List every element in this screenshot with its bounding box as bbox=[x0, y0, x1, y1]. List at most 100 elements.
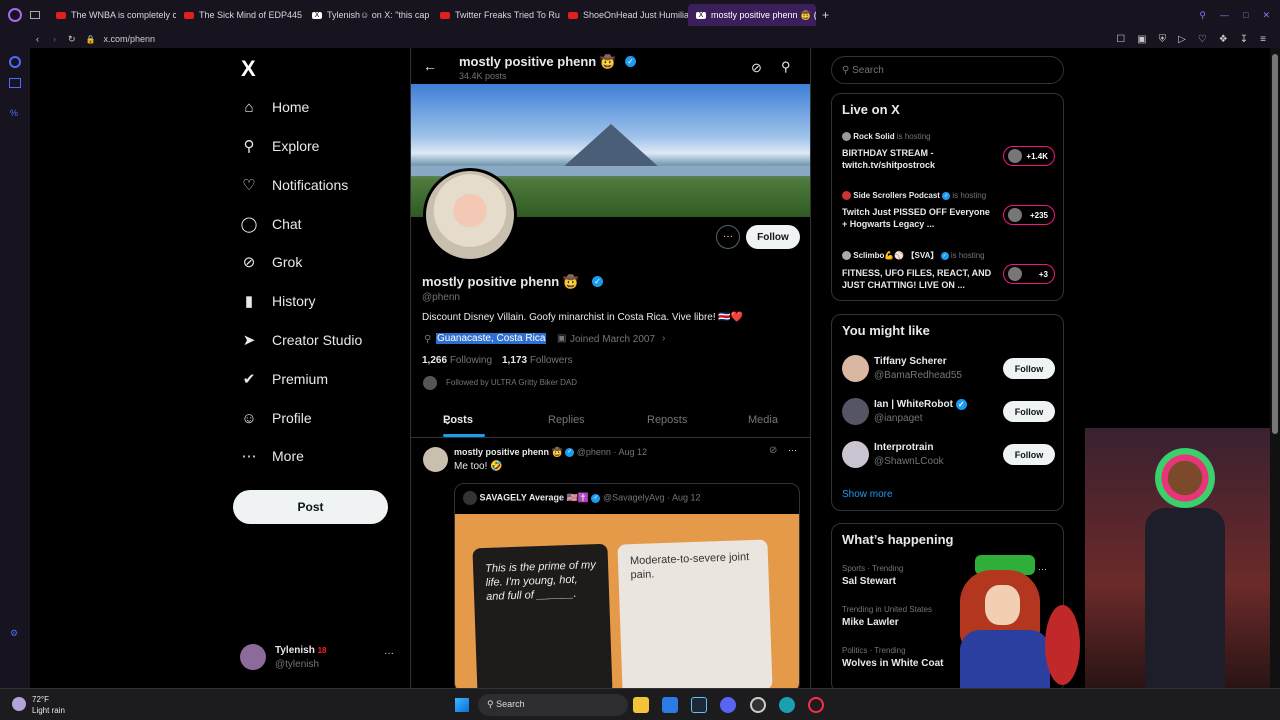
account-menu-icon[interactable]: ··· bbox=[384, 648, 394, 659]
post-button[interactable]: Post bbox=[233, 490, 388, 524]
suggest-item[interactable]: Tiffany Scherer @BamaRedhead55 Follow bbox=[842, 355, 1055, 385]
search-input[interactable]: ⚲ Search bbox=[831, 56, 1064, 84]
windows-taskbar: 72°F Light rain ⚲ Search bbox=[0, 688, 1280, 720]
account-switcher[interactable]: Tylenish 18 @tylenish ··· bbox=[240, 644, 400, 674]
player-icon[interactable]: ▷ bbox=[1178, 34, 1186, 45]
maximize-icon[interactable]: □ bbox=[1243, 10, 1248, 21]
snapshot-icon[interactable]: ▣ bbox=[1137, 34, 1146, 45]
profile-header-name: mostly positive phenn 🤠 bbox=[459, 54, 617, 69]
page-scrollbar[interactable] bbox=[1270, 48, 1280, 688]
follow-button[interactable]: Follow bbox=[746, 225, 800, 249]
nav-grok[interactable]: ⊘ Grok bbox=[240, 253, 303, 271]
search-tabs-icon[interactable]: ⚲ bbox=[1199, 10, 1206, 21]
age-badge: 18 bbox=[317, 646, 327, 655]
vtuber-tail bbox=[1045, 605, 1080, 685]
reload-icon[interactable]: ↻ bbox=[68, 34, 76, 45]
back-icon[interactable]: ‹ bbox=[36, 34, 39, 44]
quote-image[interactable]: This is the prime of my life. I'm young,… bbox=[455, 514, 799, 688]
grok-icon[interactable]: ⊘ bbox=[751, 60, 762, 76]
listener-count: +1.4K bbox=[1003, 146, 1055, 166]
nav-history[interactable]: ▮ History bbox=[240, 292, 316, 310]
followers-link[interactable]: 1,173 Followers bbox=[502, 355, 573, 366]
file-explorer-icon[interactable] bbox=[633, 697, 649, 713]
more-options-button[interactable]: ··· bbox=[716, 225, 740, 249]
browser-tab[interactable]: Twitter Freaks Tried To Ru bbox=[432, 4, 560, 26]
edge-icon[interactable] bbox=[779, 697, 795, 713]
verified-badge-icon: ✓ bbox=[942, 191, 951, 200]
tab-replies[interactable]: Replies bbox=[548, 414, 585, 426]
browser-tab[interactable]: X Tylenish☺ on X: "this cap bbox=[304, 4, 432, 26]
browser-tab[interactable]: ShoeOnHead Just Humiliat bbox=[560, 4, 688, 26]
new-tab-button[interactable]: + bbox=[822, 8, 829, 22]
post-item[interactable]: mostly positive phenn 🤠 ✓ @phenn · Aug 1… bbox=[411, 439, 810, 688]
nav-premium[interactable]: ✔ Premium bbox=[240, 370, 328, 388]
post-menu-icon[interactable]: ··· bbox=[788, 445, 797, 455]
show-more-link[interactable]: Show more bbox=[842, 489, 893, 500]
url-field[interactable]: x.com/phenn bbox=[104, 34, 156, 44]
heart-icon[interactable]: ♡ bbox=[1198, 34, 1207, 45]
suggest-item[interactable]: Interprotrain @ShawnLCook Follow bbox=[842, 441, 1055, 471]
sidebar-ai-icon[interactable] bbox=[9, 56, 21, 68]
weather-widget[interactable]: 72°F Light rain bbox=[12, 693, 82, 717]
profile-avatar[interactable] bbox=[423, 168, 517, 262]
opera-logo-icon[interactable] bbox=[8, 8, 22, 22]
close-icon[interactable]: ✕ bbox=[1262, 10, 1270, 21]
grok-icon[interactable]: ⊘ bbox=[769, 445, 777, 456]
quote-tweet[interactable]: SAVAGELY Average 🇺🇸✝️ ✓ @SavagelyAvg · A… bbox=[454, 483, 800, 688]
scrollbar-thumb[interactable] bbox=[1272, 54, 1278, 434]
tab-reposts[interactable]: Reposts bbox=[647, 414, 687, 426]
profile-location[interactable]: Guanacaste, Costa Rica bbox=[436, 333, 547, 344]
nav-profile[interactable]: ☺ Profile bbox=[240, 409, 311, 427]
chevron-right-icon[interactable]: › bbox=[662, 333, 665, 344]
post-date[interactable]: · Aug 12 bbox=[613, 447, 647, 457]
sidebar-settings-icon[interactable]: ⚙ bbox=[10, 628, 18, 639]
address-bar: ‹ › ↻ 🔒 x.com/phenn ☐ ▣ ⛨ ▷ ♡ ❖ ↧ ≡ bbox=[0, 30, 1280, 48]
steam-icon[interactable] bbox=[691, 697, 707, 713]
followed-by[interactable]: Followed by ULTRA Gritty Biker DAD bbox=[446, 378, 577, 387]
post-handle[interactable]: @phenn bbox=[577, 447, 611, 457]
profile-tabs: Posts ⌄ Replies Reposts Media bbox=[411, 402, 810, 438]
tab-media[interactable]: Media bbox=[748, 414, 778, 426]
back-arrow-icon[interactable]: ← bbox=[423, 58, 437, 74]
suggest-item[interactable]: Ian | WhiteRobot ✓ @ianpaget Follow bbox=[842, 398, 1055, 428]
live-item[interactable]: Side Scrollers Podcast ✓ is hosting Twit… bbox=[842, 191, 1055, 241]
sidebar-tool-icon[interactable] bbox=[9, 78, 21, 88]
lock-icon: 🔒 bbox=[85, 34, 96, 44]
post-author[interactable]: mostly positive phenn 🤠 bbox=[454, 447, 563, 457]
browser-tab[interactable]: The WNBA is completely c bbox=[48, 4, 176, 26]
nav-creator-studio[interactable]: ➤ Creator Studio bbox=[240, 331, 363, 349]
avatar bbox=[842, 355, 869, 382]
minimize-icon[interactable]: — bbox=[1220, 10, 1229, 21]
person-icon: ☺ bbox=[241, 409, 257, 427]
nav-more[interactable]: ⋯ More bbox=[240, 447, 304, 465]
nav-home[interactable]: ⌂ Home bbox=[240, 98, 309, 116]
follow-button[interactable]: Follow bbox=[1003, 358, 1055, 379]
download-icon[interactable]: ↧ bbox=[1240, 34, 1248, 45]
nav-notifications[interactable]: ♡ Notifications bbox=[240, 176, 348, 194]
search-icon[interactable]: ⚲ bbox=[781, 59, 791, 75]
browser-app-icon[interactable] bbox=[662, 697, 678, 713]
adblock-icon[interactable]: ⛨ bbox=[1159, 34, 1167, 45]
nav-chat[interactable]: ◯ Chat bbox=[240, 215, 302, 233]
sidebar-percent-icon[interactable]: % bbox=[10, 108, 18, 118]
follow-button[interactable]: Follow bbox=[1003, 444, 1055, 465]
extensions-icon[interactable]: ❖ bbox=[1219, 34, 1228, 45]
menu-icon[interactable]: ≡ bbox=[1260, 34, 1266, 45]
live-item[interactable]: Rock Solid is hosting BIRTHDAY STREAM - … bbox=[842, 132, 1055, 182]
obs-icon[interactable] bbox=[750, 697, 766, 713]
bookmark-page-icon[interactable]: ☐ bbox=[1116, 34, 1125, 45]
discord-icon[interactable] bbox=[720, 697, 736, 713]
taskbar-search[interactable]: ⚲ Search bbox=[478, 694, 628, 716]
performer-figure bbox=[1155, 448, 1215, 508]
tab-island-icon[interactable] bbox=[30, 11, 40, 19]
start-button[interactable] bbox=[455, 698, 469, 712]
live-item[interactable]: Sclimbo💪⚾ 【SVA】 ✓ is hosting FITNESS, UF… bbox=[842, 250, 1055, 300]
x-logo-icon[interactable]: X bbox=[241, 56, 256, 82]
follow-button[interactable]: Follow bbox=[1003, 401, 1055, 422]
nav-explore[interactable]: ⚲ Explore bbox=[240, 137, 320, 155]
browser-tab[interactable]: The Sick Mind of EDP445 bbox=[176, 4, 304, 26]
following-link[interactable]: 1,266 Following bbox=[422, 355, 492, 366]
browser-tab-active[interactable]: Xmostly positive phenn 🤠 (@ bbox=[688, 4, 816, 26]
opera-gx-icon[interactable] bbox=[808, 697, 824, 713]
forward-icon[interactable]: › bbox=[53, 34, 56, 44]
